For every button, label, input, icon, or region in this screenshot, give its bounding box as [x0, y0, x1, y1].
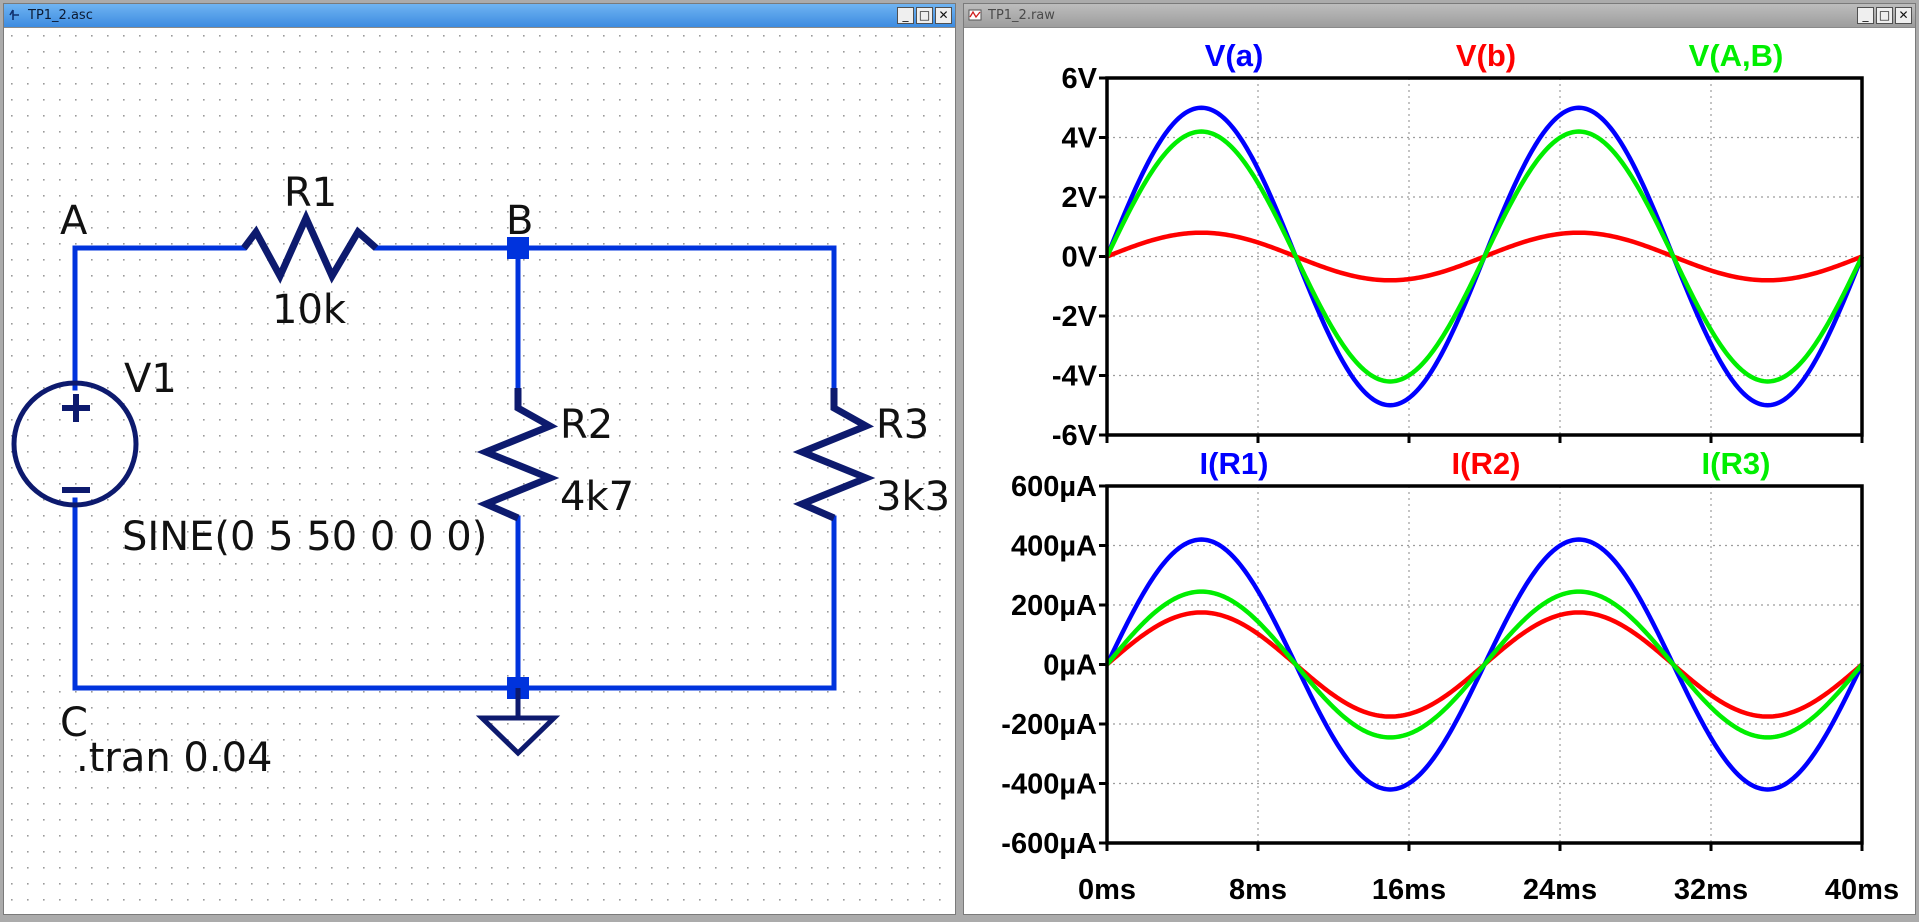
x-tick-label: 24ms [1523, 874, 1597, 906]
waveform-icon [968, 9, 982, 21]
x-tick-label: 8ms [1229, 874, 1287, 906]
waveform-close-button[interactable]: ✕ [1895, 7, 1912, 24]
schematic-minimize-button[interactable]: _ [897, 7, 914, 24]
r1-value: 10k [272, 287, 347, 333]
y-tick-label: 400µA [1011, 531, 1097, 563]
schematic-title: TP1_2.asc [28, 8, 93, 23]
trace-label[interactable]: I(R1) [1200, 446, 1269, 481]
current-pane[interactable]: 600µA 400µA 200µA 0µA -200µA -400µA -600µA I(R1… [1001, 446, 1865, 860]
trace-label[interactable]: V(a) [1205, 38, 1264, 73]
y-tick-label: -2V [1052, 301, 1098, 333]
schematic-close-button[interactable]: ✕ [935, 7, 952, 24]
spice-directive[interactable]: .tran 0.04 [76, 735, 272, 781]
voltage-pane[interactable]: 6V 4V 2V 0V -2V -4V -6V V(a) V(b) V(A,B) [1052, 38, 1865, 452]
y-tick-label: 6V [1062, 63, 1098, 95]
node-label-a: A [60, 198, 88, 244]
waveform-window[interactable]: TP1_2.raw _ □ ✕ 6V 4V 2V 0V -2V -4V -6V V(a) V(b… [963, 3, 1916, 915]
r2-value: 4k7 [560, 474, 634, 520]
node-label-b: B [506, 198, 533, 244]
trace-label[interactable]: V(A,B) [1689, 38, 1784, 73]
y-tick-label: -4V [1052, 361, 1098, 393]
x-tick-label: 40ms [1825, 874, 1899, 906]
trace-label[interactable]: I(R3) [1702, 446, 1771, 481]
waveform-title: TP1_2.raw [988, 8, 1055, 23]
y-tick-label: -200µA [1001, 709, 1097, 741]
waveform-canvas[interactable]: 6V 4V 2V 0V -2V -4V -6V V(a) V(b) V(A,B) 600µA 400µ… [964, 28, 1915, 914]
trace-label[interactable]: V(b) [1456, 38, 1516, 73]
waveform-maximize-button[interactable]: □ [1876, 7, 1893, 24]
y-tick-label: 600µA [1011, 471, 1097, 503]
y-tick-label: 0µA [1043, 650, 1097, 682]
v1-name: V1 [124, 356, 177, 402]
r1-name: R1 [284, 170, 337, 216]
r3-value: 3k3 [876, 474, 950, 520]
trace-label[interactable]: I(R2) [1452, 446, 1521, 481]
x-tick-label: 16ms [1372, 874, 1446, 906]
waveform-titlebar[interactable]: TP1_2.raw _ □ ✕ [964, 4, 1915, 28]
y-tick-label: -6V [1052, 420, 1098, 452]
y-tick-label: 200µA [1011, 590, 1097, 622]
waveform-minimize-button[interactable]: _ [1857, 7, 1874, 24]
r2-name: R2 [560, 402, 613, 448]
y-tick-label: 0V [1062, 242, 1098, 274]
schematic-icon [9, 9, 19, 20]
x-tick-label: 32ms [1674, 874, 1748, 906]
grid-background [4, 28, 955, 914]
schematic-maximize-button[interactable]: □ [916, 7, 933, 24]
y-tick-label: 4V [1062, 123, 1098, 155]
schematic-canvas[interactable]: A B C R1 10k R2 4k7 R3 3k3 V1 SINE(0 5 5… [4, 28, 955, 914]
x-tick-label: 0ms [1078, 874, 1136, 906]
v1-value: SINE(0 5 50 0 0 0) [122, 514, 487, 560]
schematic-drawing[interactable]: A B C R1 10k R2 4k7 R3 3k3 V1 SINE(0 5 5… [4, 28, 955, 914]
trace-V(A,B)[interactable] [1104, 129, 1865, 384]
schematic-window[interactable]: TP1_2.asc _ □ ✕ A B C R1 10k R2 4k7 R3 3… [3, 3, 956, 915]
r3-name: R3 [876, 402, 929, 448]
y-tick-label: 2V [1062, 182, 1098, 214]
waveform-plot[interactable]: 6V 4V 2V 0V -2V -4V -6V V(a) V(b) V(A,B) 600µA 400µ… [964, 28, 1915, 914]
schematic-titlebar[interactable]: TP1_2.asc _ □ ✕ [4, 4, 955, 28]
y-tick-label: -600µA [1001, 828, 1097, 860]
y-tick-label: -400µA [1001, 769, 1097, 801]
